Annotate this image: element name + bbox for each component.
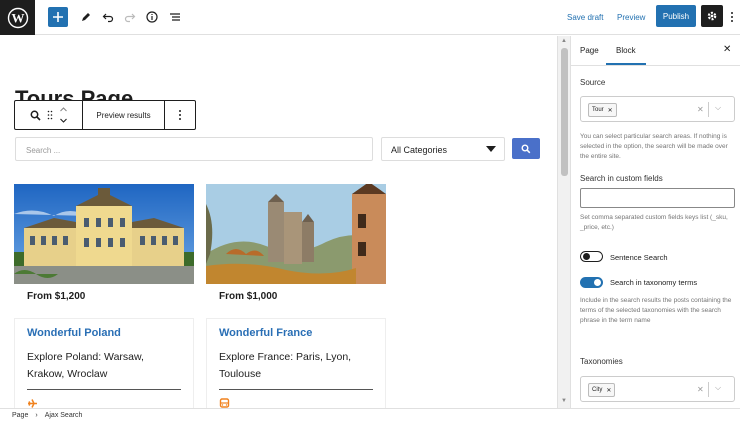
tour-image-palace[interactable] — [14, 184, 194, 284]
taxonomy-search-label: Search in taxonomy terms — [610, 278, 698, 287]
chevron-down-icon[interactable]: ⌵ — [715, 103, 721, 113]
custom-fields-input[interactable] — [580, 188, 735, 208]
taxonomies-label: Taxonomies — [580, 357, 623, 366]
block-toolbar-controls — [15, 101, 83, 129]
chevron-down-icon[interactable]: ⌵ — [715, 383, 721, 393]
remove-chip-icon[interactable]: ✕ — [608, 107, 613, 114]
toggle-knob — [594, 279, 601, 286]
options-more-icon[interactable] — [726, 6, 738, 28]
scrollbar-thumb[interactable] — [561, 48, 568, 176]
source-chip-label: Tour — [592, 107, 604, 113]
settings-gear-icon[interactable] — [701, 5, 723, 27]
move-up-down-icon[interactable] — [59, 106, 68, 124]
list-view-icon[interactable] — [165, 6, 185, 28]
block-settings-sidebar: Page Block ✕ Source Tour ✕ ✕ ⌵ You can s… — [570, 36, 740, 408]
editor-canvas: Tours Page Preview results Search ... Al… — [0, 36, 556, 408]
publish-button[interactable]: Publish — [656, 5, 696, 27]
toggle-knob — [583, 253, 590, 260]
search-submit-button[interactable] — [512, 138, 540, 159]
undo-icon[interactable] — [98, 6, 118, 28]
divider — [219, 389, 373, 390]
tour-description: Explore Poland: Warsaw, Krakow, Wroclaw — [27, 351, 144, 380]
source-help-text: You can select particular search areas. … — [580, 133, 728, 160]
breadcrumb: Page › Ajax Search — [0, 408, 740, 422]
breadcrumb-item-page[interactable]: Page — [12, 412, 28, 419]
tour-price: From $1,000 — [219, 291, 278, 302]
divider — [27, 389, 181, 390]
redo-icon[interactable] — [120, 6, 140, 28]
taxonomies-select[interactable]: City ✕ ✕ ⌵ — [580, 376, 735, 402]
select-divider — [708, 382, 709, 397]
source-select[interactable]: Tour ✕ ✕ ⌵ — [580, 96, 735, 122]
tour-card[interactable]: From $1,000 Wonderful France Explore Fra… — [206, 184, 386, 408]
source-chip: Tour ✕ — [588, 103, 617, 117]
taxonomy-chip: City ✕ — [588, 383, 616, 397]
tour-price: From $1,200 — [27, 291, 86, 302]
tour-card[interactable]: From $1,200 Wonderful Poland Explore Pol… — [14, 184, 194, 408]
preview-results-button[interactable]: Preview results — [83, 101, 165, 129]
drag-handle-icon[interactable] — [47, 110, 53, 120]
tour-image-castle[interactable] — [206, 184, 386, 284]
caret-down-icon — [486, 146, 496, 152]
search-input[interactable]: Search ... — [15, 137, 373, 161]
svg-text:W: W — [11, 10, 24, 25]
editor-top-toolbar: W Save draft Preview Publish — [0, 0, 740, 35]
tour-title-link[interactable]: Wonderful Poland — [27, 327, 181, 339]
scroll-up-icon[interactable]: ▲ — [561, 38, 567, 44]
plane-icon — [27, 398, 181, 408]
wordpress-logo-icon[interactable]: W — [0, 0, 35, 35]
details-info-icon[interactable] — [142, 6, 162, 28]
edit-tools-pencil-icon[interactable] — [76, 6, 96, 28]
custom-fields-label: Search in custom fields — [580, 174, 663, 183]
sentence-search-label: Sentence Search — [610, 253, 668, 262]
sidebar-tabs: Page Block ✕ — [571, 36, 740, 66]
tour-description: Explore France: Paris, Lyon, Toulouse — [219, 351, 352, 380]
close-sidebar-icon[interactable]: ✕ — [723, 44, 731, 55]
block-options-icon[interactable] — [165, 101, 195, 129]
taxonomy-search-toggle[interactable] — [580, 277, 603, 288]
active-tab-indicator — [606, 63, 646, 65]
remove-chip-icon[interactable]: ✕ — [606, 387, 611, 394]
tour-card-body: Wonderful France Explore France: Paris, … — [206, 318, 386, 408]
breadcrumb-separator-icon: › — [35, 412, 38, 419]
search-block-icon[interactable] — [30, 110, 41, 121]
taxonomy-search-help-text: Include in the search results the posts … — [580, 297, 732, 324]
bus-icon — [219, 398, 373, 408]
scroll-down-icon[interactable]: ▼ — [561, 398, 567, 404]
tour-title-link[interactable]: Wonderful France — [219, 327, 373, 339]
tab-block[interactable]: Block — [616, 46, 636, 55]
tab-page[interactable]: Page — [580, 46, 599, 55]
clear-selection-icon[interactable]: ✕ — [697, 385, 704, 394]
breadcrumb-item-ajax-search[interactable]: Ajax Search — [45, 412, 83, 419]
tour-card-body: Wonderful Poland Explore Poland: Warsaw,… — [14, 318, 194, 408]
category-select[interactable]: All Categories — [381, 137, 505, 161]
category-select-value: All Categories — [391, 145, 448, 155]
source-label: Source — [580, 78, 606, 87]
sentence-search-toggle[interactable] — [580, 251, 603, 262]
clear-selection-icon[interactable]: ✕ — [697, 105, 704, 114]
block-toolbar: Preview results — [14, 100, 196, 130]
add-block-button[interactable] — [48, 7, 68, 27]
canvas-scrollbar[interactable]: ▲ ▼ — [557, 36, 570, 408]
select-divider — [708, 102, 709, 117]
taxonomy-chip-label: City — [592, 387, 603, 393]
custom-fields-help-text: Set comma separated custom fields keys l… — [580, 214, 728, 231]
preview-button[interactable]: Preview — [617, 6, 645, 28]
save-draft-button[interactable]: Save draft — [567, 6, 603, 28]
